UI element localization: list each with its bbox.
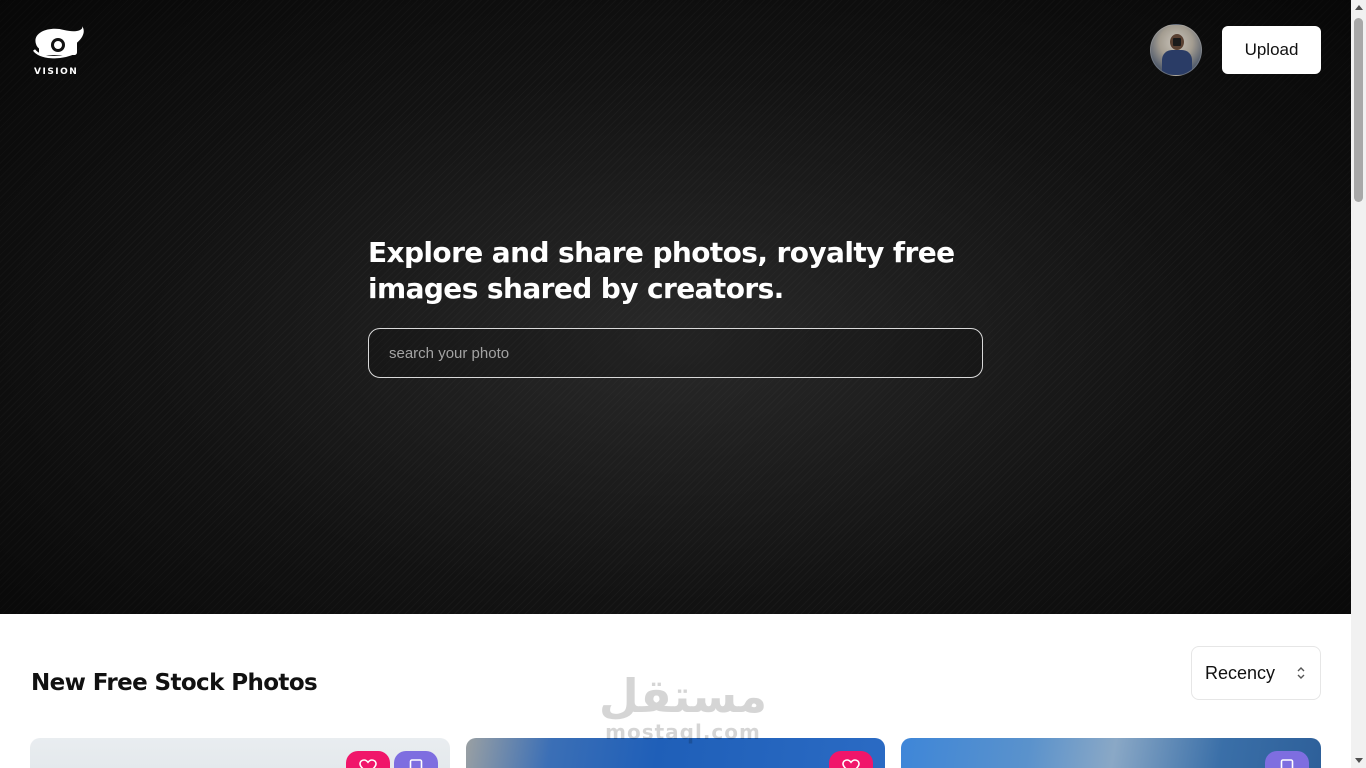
user-avatar[interactable] <box>1150 24 1202 76</box>
section-title: New Free Stock Photos <box>31 670 318 696</box>
avatar-figure-body <box>1162 50 1192 75</box>
heart-icon <box>359 759 377 768</box>
hero-headline: Explore and share photos, royalty free i… <box>368 236 955 305</box>
page-scrollbar[interactable] <box>1351 0 1366 768</box>
upload-button[interactable]: Upload <box>1222 26 1321 74</box>
watermark-arabic: مستقل <box>598 669 768 723</box>
save-button[interactable] <box>1265 751 1309 768</box>
search-input[interactable] <box>368 328 983 378</box>
bookmark-icon <box>409 759 423 768</box>
sort-chevron-icon <box>1296 665 1306 681</box>
like-button[interactable] <box>829 751 873 768</box>
logo-text: VISION <box>34 67 79 77</box>
watermark: مستقل mostaql.com <box>598 668 768 748</box>
photo-card[interactable] <box>901 738 1321 768</box>
sort-select-value: Recency <box>1205 662 1276 683</box>
sort-select[interactable]: Recency <box>1191 646 1321 700</box>
camera-logo-icon <box>33 26 84 59</box>
hero-banner: VISION Upload Explore and share photos, … <box>0 0 1351 614</box>
save-button[interactable] <box>394 751 438 768</box>
photo-card[interactable] <box>466 738 885 768</box>
scroll-down-arrow-icon[interactable] <box>1355 758 1363 763</box>
avatar-phone <box>1173 38 1181 46</box>
heart-icon <box>842 759 860 768</box>
like-button[interactable] <box>346 751 390 768</box>
vision-logo[interactable]: VISION <box>28 22 88 82</box>
scrollbar-thumb[interactable] <box>1354 18 1363 202</box>
scroll-up-arrow-icon[interactable] <box>1355 5 1363 10</box>
bookmark-icon <box>1280 759 1294 768</box>
